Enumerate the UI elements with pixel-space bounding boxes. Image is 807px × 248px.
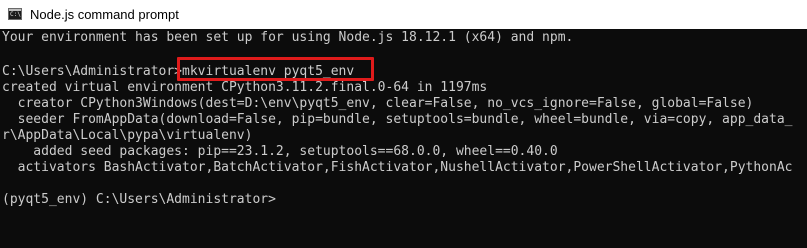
console-line: seeder FromAppData(download=False, pip=b…	[2, 112, 793, 127]
console-app-icon: C:\	[8, 8, 22, 20]
console-line: activators BashActivator,BatchActivator,…	[2, 160, 793, 175]
console-line-prompt: (pyqt5_env) C:\Users\Administrator>	[2, 192, 276, 207]
console-output[interactable]: Your environment has been set up for usi…	[0, 29, 807, 248]
command-highlight-annotation	[177, 57, 374, 81]
console-line: Your environment has been set up for usi…	[2, 30, 574, 45]
console-app-icon-glyph: C:\	[10, 11, 21, 18]
console-line: creator CPython3Windows(dest=D:\env\pyqt…	[2, 96, 754, 111]
console-line: added seed packages: pip==23.1.2, setupt…	[2, 144, 558, 159]
terminal-window: C:\ Node.js command prompt Your environm…	[0, 0, 807, 248]
title-bar[interactable]: C:\ Node.js command prompt	[0, 0, 807, 29]
console-line: created virtual environment CPython3.11.…	[2, 80, 488, 95]
console-line: r\AppData\Local\pypa\virtualenv)	[2, 128, 253, 143]
window-title: Node.js command prompt	[30, 7, 179, 22]
